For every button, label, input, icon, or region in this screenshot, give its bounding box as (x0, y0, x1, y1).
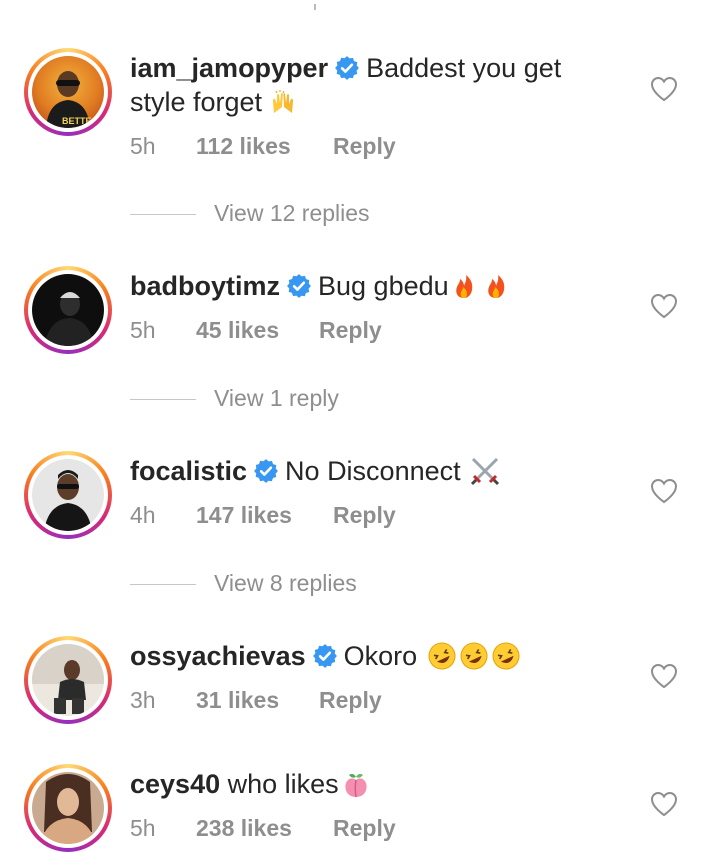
comment-time: 5h (130, 317, 156, 343)
svg-text:BETTE: BETTE (62, 116, 92, 126)
avatar[interactable]: BETTE (24, 48, 112, 136)
avatar[interactable] (24, 451, 112, 539)
username[interactable]: badboytimz (130, 271, 280, 301)
verified-badge-icon (312, 644, 337, 668)
comment-text: who likes (227, 769, 339, 799)
heart-icon[interactable] (650, 791, 678, 817)
view-replies-button[interactable]: View 8 replies (130, 570, 530, 600)
avatar[interactable] (24, 266, 112, 354)
likes-count[interactable]: 45 likes (196, 317, 279, 344)
heart-icon[interactable] (650, 293, 678, 319)
reply-button[interactable]: Reply (333, 133, 396, 160)
likes-count[interactable]: 112 likes (196, 133, 291, 160)
reply-button[interactable]: Reply (319, 317, 382, 344)
comment-text: Bug gbedu (318, 271, 449, 301)
view-replies-label[interactable]: View 12 replies (214, 200, 370, 227)
view-replies-label[interactable]: View 1 reply (214, 385, 339, 412)
heart-icon[interactable] (650, 663, 678, 689)
view-replies-label[interactable]: View 8 replies (214, 570, 357, 597)
rofl-emoji-icon (492, 642, 520, 670)
likes-count[interactable]: 238 likes (196, 815, 292, 842)
fire-emoji-icon (487, 275, 504, 298)
verified-badge-icon (335, 56, 360, 80)
username[interactable]: focalistic (130, 456, 247, 486)
comment-text-continued: style forget (130, 87, 263, 117)
likes-count[interactable]: 147 likes (196, 502, 292, 529)
divider-line (130, 214, 196, 215)
username[interactable]: iam_jamopyper (130, 53, 328, 83)
divider-line (130, 584, 196, 585)
verified-badge-icon (254, 459, 278, 483)
peach-emoji-icon (345, 773, 367, 798)
heart-icon[interactable] (650, 478, 678, 504)
likes-count[interactable]: 31 likes (196, 687, 279, 714)
comment-time: 4h (130, 502, 156, 528)
comment-time: 5h (130, 815, 156, 841)
scroll-indicator (314, 4, 316, 10)
rofl-emoji-icon (460, 642, 488, 670)
rofl-emoji-icon (428, 642, 456, 670)
comment-text: No Disconnect (285, 456, 461, 486)
divider-line (130, 399, 196, 400)
comment-text: Okoro (343, 641, 418, 671)
heart-icon[interactable] (650, 76, 678, 102)
reply-button[interactable]: Reply (333, 815, 396, 842)
reply-button[interactable]: Reply (319, 687, 382, 714)
fire-emoji-icon (455, 275, 472, 298)
comment-time: 3h (130, 687, 156, 713)
username[interactable]: ceys40 (130, 769, 220, 799)
view-replies-button[interactable]: View 12 replies (130, 200, 530, 230)
comment-time: 5h (130, 133, 156, 159)
reply-button[interactable]: Reply (333, 502, 396, 529)
raising-hands-emoji-icon (273, 90, 294, 113)
avatar[interactable] (24, 764, 112, 852)
username[interactable]: ossyachievas (130, 641, 306, 671)
verified-badge-icon (287, 274, 311, 298)
comment-text: Baddest you get (366, 53, 562, 83)
avatar[interactable] (24, 636, 112, 724)
crossed-swords-emoji-icon (470, 457, 499, 486)
view-replies-button[interactable]: View 1 reply (130, 385, 530, 415)
